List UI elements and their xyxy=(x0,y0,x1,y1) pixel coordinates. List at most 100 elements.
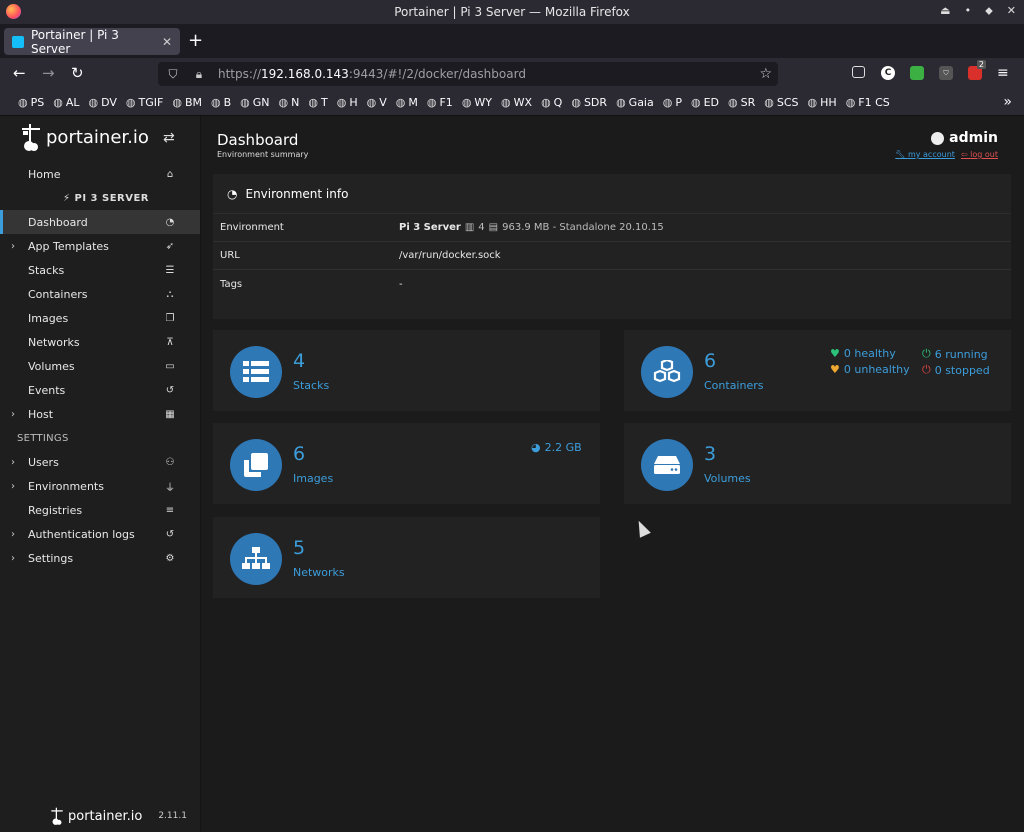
portainer-logo[interactable]: portainer.io xyxy=(20,122,149,152)
chevron-right-icon[interactable]: › xyxy=(11,481,15,492)
bookmark-item[interactable]: ◍ BM xyxy=(172,96,202,109)
sidebar-item-volumes[interactable]: Volumes ▭ xyxy=(0,354,200,378)
memory-info: 963.9 MB - Standalone 20.10.15 xyxy=(502,222,664,233)
bookmark-item[interactable]: ◍ F1 xyxy=(427,96,453,109)
url-text[interactable]: https://192.168.0.143:9443/#!/2/docker/d… xyxy=(218,67,526,81)
url-bar[interactable]: ⛉ 🔒︎ https://192.168.0.143:9443/#!/2/doc… xyxy=(158,62,778,86)
database-icon: ≡ xyxy=(165,504,175,516)
sidebar-item-environments[interactable]: › Environments ⏚ xyxy=(0,474,200,498)
volumes-card[interactable]: 3 Volumes xyxy=(624,423,1011,504)
sidebar-item-host[interactable]: › Host ▦ xyxy=(0,402,200,426)
bookmark-item[interactable]: ◍ ED xyxy=(691,96,719,109)
cubes-icon xyxy=(641,346,693,398)
bookmark-item[interactable]: ◍ M xyxy=(396,96,418,109)
bookmark-item[interactable]: ◍ Gaia xyxy=(616,96,654,109)
th-icon: ▦ xyxy=(165,408,175,420)
window-minimize-icon[interactable]: • xyxy=(965,4,972,18)
log-out-link[interactable]: ⇦ log out xyxy=(961,150,998,159)
chevron-right-icon[interactable]: › xyxy=(11,457,15,468)
new-tab-button[interactable]: + xyxy=(188,30,203,51)
images-count: 6 xyxy=(293,443,306,465)
sidebar-item-dashboard[interactable]: Dashboard ◔ xyxy=(0,210,200,234)
stacks-card[interactable]: 4 Stacks xyxy=(213,330,600,411)
lock-icon[interactable]: 🔒︎ xyxy=(192,67,206,82)
bookmark-item[interactable]: ◍ WX xyxy=(501,96,532,109)
power-icon: ⏻ xyxy=(922,363,931,376)
bookmark-item[interactable]: ◍ H xyxy=(337,96,358,109)
tab-strip: Portainer | Pi 3 Server ✕ + xyxy=(0,24,1024,58)
chevron-right-icon[interactable]: › xyxy=(11,529,15,540)
images-card[interactable]: 6 Images ◕ 2.2 GB xyxy=(213,423,600,504)
tracking-shield-icon[interactable]: ⛉ xyxy=(166,67,180,82)
bookmark-star-icon[interactable]: ☆ xyxy=(759,66,772,82)
bookmark-item[interactable]: ◍ N xyxy=(279,96,300,109)
env-row-environment: Environment Pi 3 Server ▥ 4 ▤ 963.9 MB -… xyxy=(213,214,1011,242)
tab-close-icon[interactable]: ✕ xyxy=(162,35,172,49)
sidebar-item-stacks[interactable]: Stacks ☰ xyxy=(0,258,200,282)
window-shade-icon[interactable]: ⏏ xyxy=(940,4,950,18)
sidebar-toggle-icon[interactable]: ⇄ xyxy=(163,130,175,146)
bookmark-icon: ◍ xyxy=(308,96,318,109)
bookmark-item[interactable]: ◍ SCS xyxy=(764,96,798,109)
bookmark-item[interactable]: ◍ SDR xyxy=(571,96,607,109)
sidebar-item-home[interactable]: Home ⌂ xyxy=(0,162,200,186)
bookmark-item[interactable]: ◍ SR xyxy=(728,96,755,109)
bookmark-item[interactable]: ◍ B xyxy=(211,96,231,109)
window-close-icon[interactable]: ✕ xyxy=(1007,4,1016,18)
bookmark-item[interactable]: ◍ AL xyxy=(53,96,79,109)
pocket-icon[interactable] xyxy=(852,66,865,78)
environment-info-title: Environment info xyxy=(245,186,349,201)
sidebar-item-registries[interactable]: Registries ≡ xyxy=(0,498,200,522)
bookmark-icon: ◍ xyxy=(18,96,28,109)
power-icon: ⏻ xyxy=(922,347,931,360)
volumes-count: 3 xyxy=(704,443,717,465)
bookmark-item[interactable]: ◍ PS xyxy=(18,96,44,109)
reload-button[interactable]: ↻ xyxy=(71,64,84,82)
bookmark-item[interactable]: ◍ V xyxy=(367,96,387,109)
chevron-right-icon[interactable]: › xyxy=(11,553,15,564)
sidebar-item-events[interactable]: Events ↺ xyxy=(0,378,200,402)
back-button[interactable]: ← xyxy=(13,64,26,82)
bookmark-icon: ◍ xyxy=(88,96,99,109)
sidebar-item-app-templates[interactable]: › App Templates ➶ xyxy=(0,234,200,258)
bookmark-item[interactable]: ◍ Q xyxy=(541,96,562,109)
bookmark-item[interactable]: ◍ DV xyxy=(89,96,117,109)
extension-green-icon[interactable] xyxy=(910,66,924,80)
plug-icon: ⏚ xyxy=(165,482,175,494)
networks-card[interactable]: 5 Networks xyxy=(213,517,600,598)
chevron-right-icon[interactable]: › xyxy=(11,409,15,420)
bookmark-item[interactable]: ◍ P xyxy=(663,96,682,109)
username: admin xyxy=(949,130,998,146)
browser-tab[interactable]: Portainer | Pi 3 Server ✕ xyxy=(4,28,180,56)
extension-c-icon[interactable]: C xyxy=(881,66,895,80)
bookmark-item[interactable]: ◍ HH xyxy=(808,96,837,109)
env-value: - xyxy=(399,278,403,290)
sidebar-item-users[interactable]: › Users ⚇ xyxy=(0,450,200,474)
sidebar-item-images[interactable]: Images ❐ xyxy=(0,306,200,330)
portainer-crane-icon xyxy=(20,122,42,152)
bookmark-item[interactable]: ◍ T xyxy=(308,96,327,109)
sidebar-item-networks[interactable]: Networks ⊼ xyxy=(0,330,200,354)
sidebar-item-settings[interactable]: › Settings ⚙ xyxy=(0,546,200,570)
bookmark-item[interactable]: ◍ GN xyxy=(240,96,269,109)
cubes-icon: ⛬ xyxy=(166,288,174,300)
bookmark-item[interactable]: ◍ F1 CS xyxy=(846,96,890,109)
bookmarks-overflow-icon[interactable]: » xyxy=(1003,94,1012,110)
bookmark-icon: ◍ xyxy=(426,96,437,109)
extension-red-icon[interactable]: 2 xyxy=(968,60,986,80)
bookmark-item[interactable]: ◍ TGIF xyxy=(126,96,163,109)
sidebar-item-containers[interactable]: Containers ⛬ xyxy=(0,282,200,306)
sidebar-item-label: Registries xyxy=(28,503,83,517)
containers-card[interactable]: 6 Containers ♥ 0 healthy ♥ 0 unhealthy ⏻ 6 … xyxy=(624,330,1011,411)
window-maximize-icon[interactable]: ⬥ xyxy=(985,4,993,18)
bookmark-icon: ◍ xyxy=(807,96,818,109)
bookmark-item[interactable]: ◍ WY xyxy=(462,96,492,109)
my-account-link[interactable]: 🔧︎ my account xyxy=(895,150,955,159)
environment-info-panel: ◔ Environment info Environment Pi 3 Serv… xyxy=(213,174,1011,319)
env-key: URL xyxy=(220,250,240,261)
menu-hamburger-icon[interactable]: ≡ xyxy=(997,65,1009,81)
ublock-icon[interactable]: ⛉ xyxy=(939,66,953,80)
chevron-right-icon[interactable]: › xyxy=(11,241,15,252)
sidebar-item-authentication-logs[interactable]: › Authentication logs ↺ xyxy=(0,522,200,546)
forward-button[interactable]: → xyxy=(42,64,55,82)
